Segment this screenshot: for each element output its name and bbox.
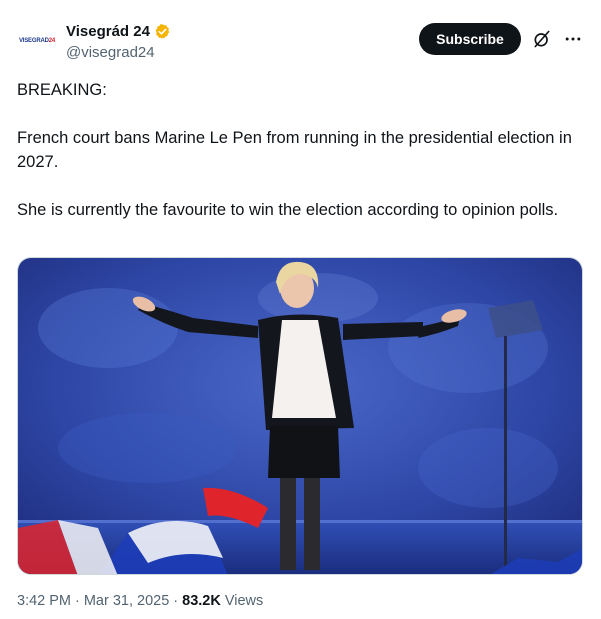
subscribe-button[interactable]: Subscribe (419, 23, 521, 55)
avatar-logo: VISEGRAD24 (18, 38, 56, 44)
tweet-paragraph: BREAKING: (17, 81, 107, 99)
tweet-paragraph: French court bans Marine Le Pen from run… (17, 129, 572, 171)
separator: · (75, 593, 80, 609)
views-count[interactable]: 83.2K (182, 593, 221, 609)
tweet-text: BREAKING: French court bans Marine Le Pe… (17, 78, 577, 222)
avatar[interactable]: VISEGRAD24 (16, 20, 58, 62)
display-name[interactable]: Visegrád 24 (66, 23, 150, 40)
more-horizontal-icon[interactable] (563, 29, 583, 49)
photo-stage-illustration (18, 258, 582, 574)
separator: · (173, 593, 179, 609)
tweet-meta: 3:42 PM · Mar 31, 2025 · 83.2K Views (17, 593, 263, 609)
tweet-date[interactable]: Mar 31, 2025 (84, 593, 169, 609)
verified-badge-icon (155, 23, 170, 39)
views-label: Views (224, 593, 264, 609)
tweet-time[interactable]: 3:42 PM (17, 593, 71, 609)
author-name-row: Visegrád 24 (66, 23, 171, 40)
tweet: VISEGRAD24 Visegrád 24 @visegrad24 Subsc… (0, 0, 601, 619)
grok-icon[interactable] (532, 29, 552, 49)
tweet-media-photo[interactable] (17, 257, 583, 575)
tweet-paragraph: She is currently the favourite to win th… (17, 201, 559, 219)
handle[interactable]: @visegrad24 (66, 44, 155, 61)
